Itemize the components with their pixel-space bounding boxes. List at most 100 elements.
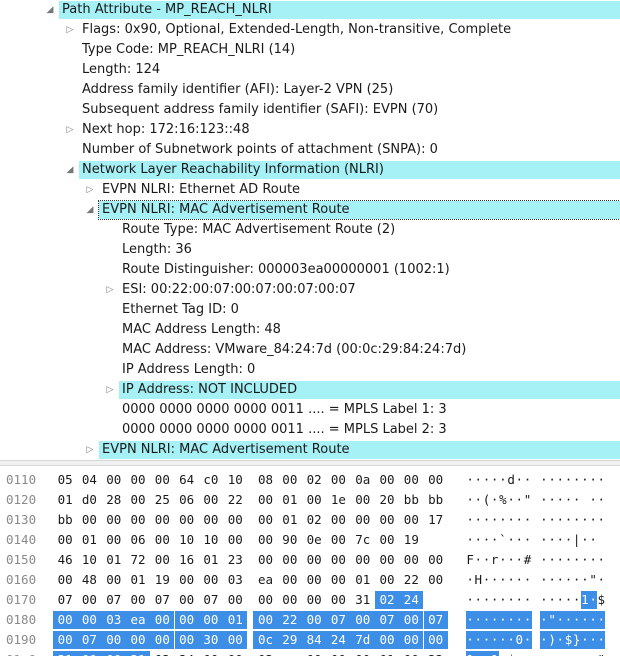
hex-ascii-char[interactable]: $ [564, 631, 573, 649]
hex-ascii-char[interactable]: · [515, 611, 524, 629]
hex-byte[interactable]: 7c [351, 531, 375, 549]
collapsed-triangle-icon[interactable]: ▷ [104, 280, 116, 300]
hex-byte[interactable]: 19 [150, 571, 174, 589]
hex-ascii-char[interactable]: · [539, 611, 548, 629]
hex-ascii-char[interactable]: · [581, 531, 589, 549]
hex-byte[interactable]: 01 [199, 551, 223, 569]
hex-ascii-char[interactable]: · [523, 471, 532, 489]
hex-byte[interactable]: 00 [375, 531, 399, 549]
hex-ascii-char[interactable]: · [589, 651, 597, 656]
hex-ascii-char[interactable]: · [548, 531, 556, 549]
hex-byte[interactable]: 07 [326, 611, 351, 629]
hex-byte[interactable]: 00 [102, 471, 126, 489]
hex-byte[interactable]: 00 [77, 651, 102, 656]
hex-byte[interactable]: 00 [302, 651, 326, 656]
collapsed-triangle-icon[interactable]: ▷ [84, 440, 96, 460]
hex-byte[interactable]: 00 [326, 551, 350, 569]
hex-byte[interactable]: 25 [150, 491, 174, 509]
hex-ascii-char[interactable] [532, 511, 540, 529]
hex-ascii-char[interactable] [532, 591, 540, 609]
hex-ascii-char[interactable]: · [523, 591, 532, 609]
hex-byte[interactable]: 22 [277, 611, 302, 629]
expanded-triangle-icon[interactable]: ◢ [84, 200, 96, 220]
hex-ascii-char[interactable]: · [482, 611, 491, 629]
hex-byte[interactable]: 00 [126, 491, 150, 509]
hex-ascii-char[interactable] [532, 571, 540, 589]
hex-ascii-char[interactable]: · [491, 591, 499, 609]
tree-row[interactable]: 0000 0000 0000 0000 0011 .... = MPLS Lab… [0, 400, 620, 420]
hex-ascii-char[interactable]: · [507, 491, 515, 509]
hex-byte[interactable]: 00 [199, 651, 223, 656]
hex-ascii-char[interactable]: · [548, 591, 556, 609]
hex-byte[interactable]: 00 [399, 651, 423, 656]
hex-ascii-char[interactable]: · [556, 571, 565, 589]
hex-row[interactable]: 0130 bb 00 00 00 00 00 00 00 00 01 02 00 00 00 00 17 · · · ·… [0, 510, 620, 530]
hex-ascii-char[interactable]: · [499, 571, 507, 589]
hex-byte[interactable]: 31 [125, 651, 151, 656]
hex-byte[interactable]: 00 [253, 591, 277, 609]
hex-ascii-char[interactable]: · [548, 651, 556, 656]
hex-ascii-char[interactable]: $ [597, 591, 606, 609]
hex-byte[interactable]: 48 [77, 571, 101, 589]
hex-ascii-char[interactable]: · [474, 531, 483, 549]
hex-ascii-char[interactable]: · [474, 631, 483, 649]
hex-ascii-char[interactable]: · [540, 511, 548, 529]
hex-ascii-char[interactable]: · [523, 651, 532, 656]
hex-byte[interactable]: 00 [399, 611, 424, 629]
hex-byte[interactable]: 00 [175, 511, 199, 529]
hex-byte[interactable]: 03 [101, 611, 126, 629]
hex-byte[interactable]: 02 [302, 471, 326, 489]
hex-ascii-char[interactable]: · [490, 631, 499, 649]
hex-ascii-char[interactable]: · [490, 611, 499, 629]
hex-ascii-char[interactable]: · [580, 611, 589, 629]
hex-byte[interactable]: 28 [102, 491, 126, 509]
hex-ascii-char[interactable]: · [482, 531, 491, 549]
hex-ascii-char[interactable]: · [474, 551, 483, 569]
hex-byte[interactable]: 00 [302, 491, 326, 509]
hex-ascii-char[interactable]: · [466, 611, 475, 629]
tree-row[interactable]: ▷ EVPN NLRI: Ethernet AD Route [0, 180, 620, 200]
hex-byte[interactable]: 00 [326, 571, 350, 589]
hex-byte[interactable]: 00 [375, 551, 399, 569]
collapsed-triangle-icon[interactable]: ▷ [64, 20, 76, 40]
hex-ascii-char[interactable]: · [499, 591, 507, 609]
hex-byte[interactable]: 00 [175, 571, 199, 589]
hex-ascii-char[interactable]: · [564, 551, 573, 569]
hex-byte[interactable]: 00 [399, 551, 423, 569]
tree-row[interactable]: ◢ EVPN NLRI: MAC Advertisement Route [0, 200, 620, 220]
hex-ascii-char[interactable]: · [474, 591, 483, 609]
hex-byte[interactable]: 07 [374, 611, 400, 629]
hex-ascii-char[interactable]: · [548, 491, 556, 509]
hex-byte[interactable]: 00 [198, 611, 224, 629]
hex-byte[interactable]: 01 [278, 511, 302, 529]
hex-ascii-char[interactable]: · [597, 611, 606, 629]
hex-byte[interactable]: 72 [126, 551, 150, 569]
hex-row[interactable]: 0170 07 00 07 00 07 00 07 00 00 00 00 00 31 02 24 · · · · · ·… [0, 590, 620, 610]
hex-byte[interactable]: 31 [53, 651, 78, 656]
hex-ascii-char[interactable] [532, 471, 540, 489]
hex-byte[interactable]: 00 [77, 511, 101, 529]
hex-byte[interactable]: 00 [77, 611, 102, 629]
hex-byte[interactable]: 00 [53, 571, 77, 589]
hex-ascii-char[interactable]: · [597, 631, 606, 649]
hex-byte[interactable]: 00 [278, 591, 302, 609]
hex-ascii-char[interactable] [532, 491, 540, 509]
hex-byte[interactable]: 00 [223, 531, 247, 549]
hex-byte[interactable]: 46 [53, 551, 77, 569]
hex-byte[interactable]: 01 [77, 531, 101, 549]
tree-row[interactable]: Type Code: MP_REACH_NLRI (14) [0, 40, 620, 60]
hex-byte[interactable]: 64 [175, 471, 199, 489]
hex-ascii-char[interactable]: · [515, 511, 524, 529]
hex-ascii-char[interactable]: · [507, 571, 515, 589]
hex-byte[interactable]: 0e [302, 531, 326, 549]
hex-ascii-char[interactable]: · [491, 511, 499, 529]
hex-ascii-char[interactable]: · [597, 551, 606, 569]
hex-ascii-char[interactable]: · [466, 531, 474, 549]
hex-byte[interactable]: 04 [77, 471, 101, 489]
hex-ascii-char[interactable]: · [515, 591, 524, 609]
hex-byte[interactable]: 07 [53, 591, 77, 609]
hex-byte[interactable]: bb [53, 511, 77, 529]
hex-ascii-char[interactable] [532, 531, 540, 549]
hex-ascii-char[interactable]: · [491, 531, 499, 549]
hex-byte[interactable]: 10 [77, 551, 101, 569]
